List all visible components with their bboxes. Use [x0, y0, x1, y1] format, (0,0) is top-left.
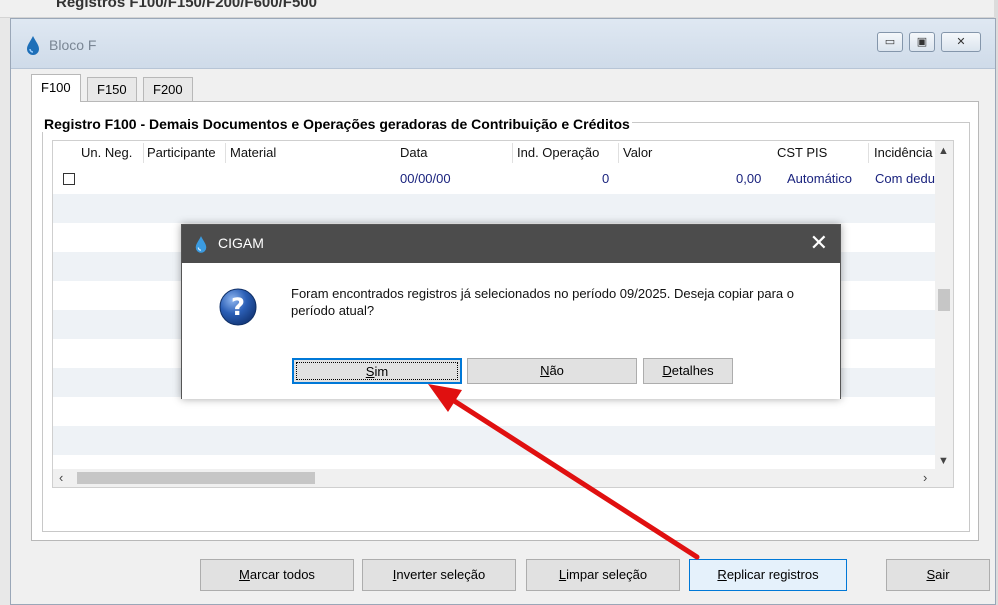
col-separator: [143, 143, 144, 163]
mnemonic: D: [662, 363, 672, 378]
col-separator: [868, 143, 869, 163]
close-button[interactable]: ✕: [941, 32, 981, 52]
replicar-registros-button[interactable]: Replicar registros: [689, 559, 847, 591]
button-label: arcar todos: [249, 567, 315, 582]
dialog-message: Foram encontrados registros já seleciona…: [291, 286, 794, 318]
scroll-down-icon[interactable]: ▼: [938, 455, 949, 467]
col-ind-operacao[interactable]: Ind. Operação: [517, 145, 599, 160]
dialog-titlebar[interactable]: CIGAM ✕: [182, 225, 840, 263]
col-separator: [512, 143, 513, 163]
nao-button[interactable]: Não: [467, 358, 637, 384]
vertical-scrollbar[interactable]: ▲ ▼: [935, 141, 953, 471]
cell-incidencia: Com dedu: [875, 171, 935, 186]
background-window-title: Registros F100/F150/F200/F600/F500: [56, 0, 317, 11]
tab-f100[interactable]: F100: [31, 74, 81, 102]
button-label: etalhes: [671, 363, 714, 378]
tab-f150[interactable]: F150: [87, 77, 137, 101]
dialog-body: ? Foram encontrados registros já selecio…: [182, 263, 840, 399]
button-label: ão: [549, 363, 564, 378]
button-label: eplicar registros: [726, 567, 819, 582]
button-label: impar seleção: [566, 567, 648, 582]
empty-row: [53, 194, 941, 223]
marcar-todos-button[interactable]: Marcar todos: [200, 559, 354, 591]
cell-valor: 0,00: [736, 171, 762, 186]
row-select-checkbox[interactable]: [63, 173, 75, 185]
mnemonic: S: [926, 567, 936, 582]
scroll-right-icon[interactable]: ›: [923, 470, 927, 485]
mnemonic: M: [239, 567, 250, 582]
cigam-confirm-dialog: CIGAM ✕ ? Foram encontrados registros já…: [181, 224, 841, 399]
cell-cst-pis: Automático: [787, 171, 853, 186]
question-icon: ?: [219, 288, 257, 326]
tab-f200[interactable]: F200: [143, 77, 193, 101]
horizontal-scroll-thumb[interactable]: [77, 472, 315, 484]
scroll-left-icon[interactable]: ‹: [59, 470, 63, 485]
dialog-close-icon[interactable]: ✕: [810, 231, 828, 255]
vertical-scroll-thumb[interactable]: [938, 289, 950, 311]
empty-row: [53, 426, 941, 455]
window-title: Bloco F: [49, 37, 97, 53]
sim-button[interactable]: Sim: [292, 358, 462, 384]
group-title: Registro F100 - Demais Documentos e Oper…: [42, 116, 632, 132]
col-separator: [225, 143, 226, 163]
restore-button[interactable]: ▣: [909, 32, 935, 52]
water-drop-icon: [195, 236, 207, 253]
detalhes-button[interactable]: Detalhes: [643, 358, 733, 384]
cell-ind-operacao: 0: [602, 171, 610, 186]
grid-header: Un. Neg. Participante Material Data Ind.…: [53, 141, 941, 165]
mnemonic: R: [717, 567, 727, 582]
col-separator: [618, 143, 619, 163]
col-participante[interactable]: Participante: [147, 145, 216, 160]
inverter-selecao-button[interactable]: Inverter seleção: [362, 559, 516, 591]
minimize-button[interactable]: ▭: [877, 32, 903, 52]
button-label: nverter seleção: [396, 567, 486, 582]
dialog-title: CIGAM: [218, 235, 264, 251]
background-left-edge: [0, 18, 10, 605]
table-row[interactable]: 00/00/00 0 0,00 Automático Com dedu: [53, 165, 941, 194]
cell-data: 00/00/00: [400, 171, 451, 186]
scroll-up-icon[interactable]: ▲: [938, 145, 949, 157]
col-data[interactable]: Data: [400, 145, 427, 160]
col-cst-pis[interactable]: CST PIS: [777, 145, 827, 160]
button-label: air: [935, 567, 950, 582]
col-material[interactable]: Material: [230, 145, 276, 160]
sair-button[interactable]: Sair: [886, 559, 990, 591]
horizontal-scrollbar[interactable]: ‹ ›: [53, 469, 953, 487]
window-titlebar[interactable]: Bloco F ▭ ▣ ✕: [11, 19, 995, 69]
limpar-selecao-button[interactable]: Limpar seleção: [526, 559, 680, 591]
water-drop-icon: [27, 36, 39, 55]
col-valor[interactable]: Valor: [623, 145, 652, 160]
background-window-strip: Registros F100/F150/F200/F600/F500: [0, 0, 998, 18]
col-incidencia[interactable]: Incidência: [874, 145, 933, 160]
button-label: im: [374, 364, 389, 379]
svg-text:?: ?: [231, 293, 245, 321]
empty-row: [53, 397, 941, 426]
col-un-neg[interactable]: Un. Neg.: [81, 145, 132, 160]
